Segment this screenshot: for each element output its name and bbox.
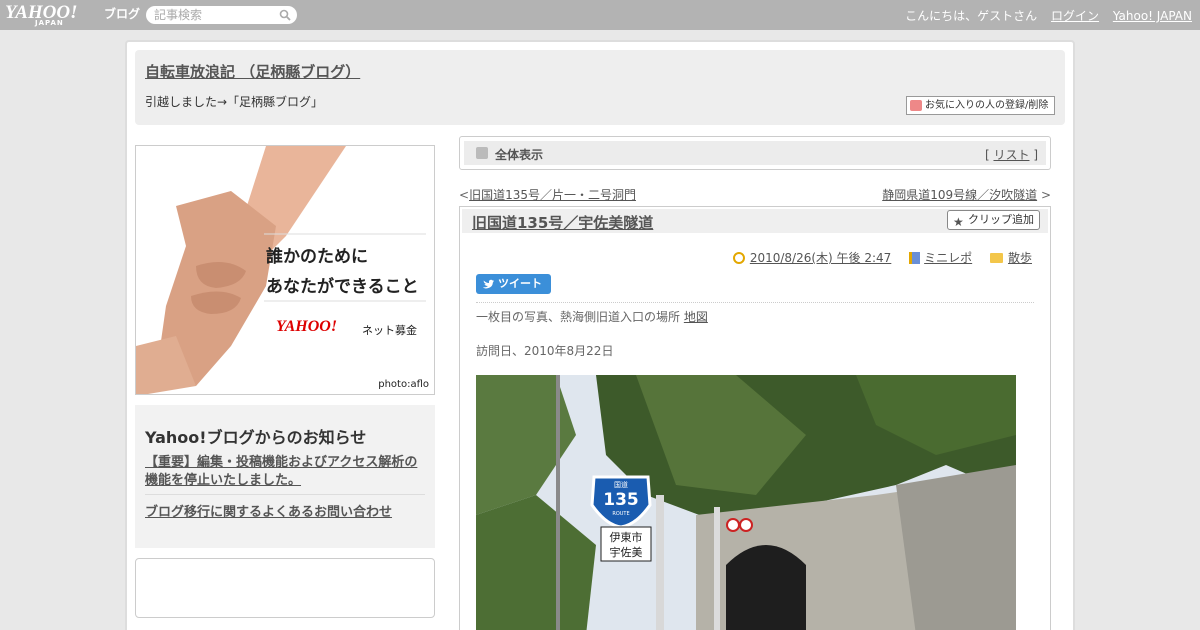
- blog-logo-text: ブログ: [104, 7, 141, 21]
- blog-header: 自転車放浪記 （足柄縣ブログ） 引越しました→「足柄縣ブログ」 お気に入りの人の…: [135, 50, 1065, 125]
- view-all-label: 全体表示: [495, 148, 544, 162]
- folder-icon: [989, 253, 1003, 263]
- ad-line-2: あなたができること: [266, 277, 419, 297]
- heart-icon: [910, 100, 922, 111]
- next-article-link[interactable]: 静岡県道109号線／汐吹隧道: [882, 188, 1037, 202]
- route-sign-route: ROUTE: [612, 511, 629, 517]
- global-header: YAHOO! JAPAN ブログ こんにちは、ゲストさん ログイン Yahoo!…: [0, 0, 1200, 30]
- search-icon[interactable]: [279, 9, 291, 21]
- clip-button-label: クリップ追加: [968, 213, 1034, 226]
- notice-heading: Yahoo!ブログからのお知らせ: [145, 428, 367, 447]
- route-sign-top: 国道: [614, 480, 628, 489]
- article-divider: [476, 302, 1034, 303]
- article-datetime[interactable]: 2010/8/26(木) 午後 2:47: [750, 251, 891, 265]
- article-body-line-1: 一枚目の写真、熱海側旧道入口の場所 地図: [476, 310, 708, 324]
- greeting-text: こんにちは、ゲストさん: [905, 9, 1038, 23]
- login-link[interactable]: ログイン: [1051, 9, 1099, 23]
- article-body-line-2: 訪問日、2010年8月22日: [476, 344, 614, 358]
- article-meta: 2010/8/26(木) 午後 2:47 ミニレポ 散歩: [719, 249, 1032, 266]
- category-sanpo[interactable]: 散歩: [1008, 251, 1032, 265]
- favorite-register-button[interactable]: お気に入りの人の登録/削除: [906, 96, 1055, 115]
- view-mode-bar: 全体表示 [ リスト ]: [459, 136, 1051, 170]
- clip-add-button[interactable]: ★ クリップ追加: [947, 210, 1040, 230]
- ad-line-1: 誰かのために: [266, 247, 368, 267]
- article-header: 旧国道135号／宇佐美隧道 ★ クリップ追加: [462, 209, 1048, 233]
- search-input[interactable]: [154, 7, 274, 23]
- next-article: 静岡県道109号線／汐吹隧道 >: [882, 188, 1051, 202]
- notice-divider: [145, 494, 425, 495]
- blog-title[interactable]: 自転車放浪記 （足柄縣ブログ）: [145, 61, 360, 82]
- blog-description: 引越しました→「足柄縣ブログ」: [145, 95, 324, 109]
- blog-notice-box: Yahoo!ブログからのお知らせ 【重要】編集・投稿機能およびアクセス解析の機能…: [135, 405, 435, 548]
- star-icon: ★: [953, 215, 964, 229]
- notice-link-important[interactable]: 【重要】編集・投稿機能およびアクセス解析の機能を停止いたしました。: [145, 454, 430, 490]
- ad-yahoo-logo: YAHOO!: [276, 318, 338, 335]
- yahoo-blog-logo[interactable]: YAHOO! JAPAN ブログ: [5, 2, 145, 28]
- ad-service-name: ネット募金: [362, 324, 417, 337]
- prev-article-link[interactable]: 旧国道135号／片一・二号洞門: [469, 188, 636, 202]
- article-title[interactable]: 旧国道135号／宇佐美隧道: [472, 212, 653, 233]
- ad-photo-credit: photo:aflo: [378, 379, 429, 390]
- article: 旧国道135号／宇佐美隧道 ★ クリップ追加 2010/8/26(木) 午後 2…: [459, 206, 1051, 630]
- sign-city-1: 伊東市: [610, 530, 643, 544]
- yahoo-japan-link[interactable]: Yahoo! JAPAN: [1113, 9, 1192, 23]
- map-link[interactable]: 地図: [684, 310, 708, 324]
- twitter-bird-icon: [483, 279, 494, 289]
- prev-article: <旧国道135号／片一・二号洞門: [459, 188, 636, 202]
- tunnel-photo[interactable]: 国道 135 ROUTE 伊東市 宇佐美: [476, 375, 1016, 630]
- tunnel-photo-image: 国道 135 ROUTE 伊東市 宇佐美: [476, 375, 1016, 630]
- sign-city-2: 宇佐美: [610, 545, 643, 559]
- list-view-link[interactable]: リスト: [993, 148, 1029, 162]
- route-sign-number: 135: [603, 490, 639, 510]
- donation-banner-ad[interactable]: 誰かのために あなたができること YAHOO! ネット募金 photo:aflo: [135, 145, 435, 395]
- tweet-label: ツイート: [498, 277, 542, 290]
- list-view-control: [ リスト ]: [984, 148, 1038, 162]
- book-icon: [909, 252, 921, 264]
- blog-container: 自転車放浪記 （足柄縣ブログ） 引越しました→「足柄縣ブログ」 お気に入りの人の…: [125, 40, 1075, 630]
- yahoo-logo-sub: JAPAN: [35, 19, 64, 27]
- category-minirepo[interactable]: ミニレポ: [924, 251, 972, 265]
- tweet-button[interactable]: ツイート: [476, 274, 551, 294]
- notice-link-faq[interactable]: ブログ移行に関するよくあるお問い合わせ: [145, 501, 392, 520]
- sidebar-box: [135, 558, 435, 618]
- hands-illustration: [136, 146, 434, 394]
- arrow-icon: [476, 147, 488, 159]
- user-menu: こんにちは、ゲストさん ログイン Yahoo! JAPAN: [895, 7, 1192, 24]
- search-box: [146, 6, 297, 24]
- clock-icon: [732, 252, 745, 264]
- favorite-button-label: お気に入りの人の登録/削除: [925, 100, 1049, 111]
